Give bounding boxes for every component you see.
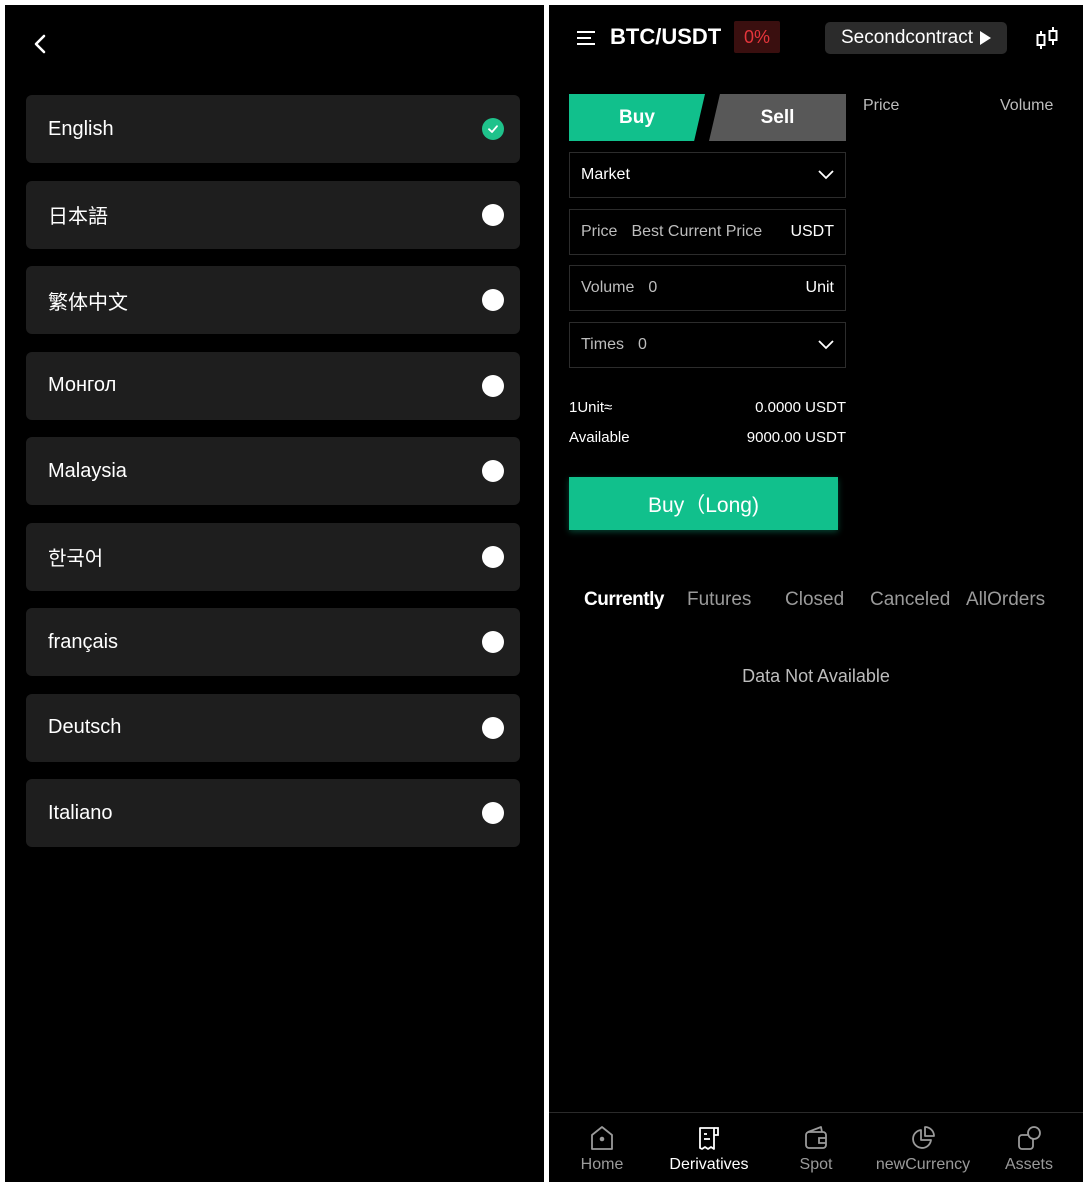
back-button[interactable] xyxy=(25,29,55,59)
assets-cube-icon xyxy=(1018,1126,1041,1150)
orderbook-price-header: Price xyxy=(863,97,900,114)
tab-currently[interactable]: Currently xyxy=(584,589,664,611)
bottom-navigation: Home Derivatives Spot newCurrency Assets xyxy=(549,1112,1083,1182)
tab-futures[interactable]: Futures xyxy=(687,589,751,611)
chevron-down-icon xyxy=(818,170,834,180)
language-label: Монгол xyxy=(48,374,117,396)
order-history-tabs: Currently Futures Closed Canceled AllOrd… xyxy=(549,589,1083,617)
language-label: Malaysia xyxy=(48,459,127,482)
nav-label: newCurrency xyxy=(875,1156,971,1173)
tab-all-orders[interactable]: AllOrders xyxy=(966,589,1045,611)
play-arrow-icon xyxy=(980,31,992,45)
nav-label: Home xyxy=(580,1156,624,1173)
times-select[interactable]: Times 0 xyxy=(569,322,846,368)
radio-unselected-icon xyxy=(482,716,504,739)
language-label: English xyxy=(48,117,114,140)
radio-unselected-icon xyxy=(482,374,504,397)
nav-home[interactable]: Home xyxy=(552,1113,652,1183)
language-option-mongolian[interactable]: Монгол xyxy=(26,351,520,420)
language-option-korean[interactable]: 한국어 xyxy=(26,522,520,591)
volume-field-value: 0 xyxy=(648,279,658,296)
home-icon xyxy=(591,1126,613,1150)
nav-new-currency[interactable]: newCurrency xyxy=(873,1113,973,1183)
price-field-label: Price xyxy=(581,223,618,240)
language-label: 繁体中文 xyxy=(48,291,128,314)
radio-unselected-icon xyxy=(482,289,504,311)
derivatives-doc-icon xyxy=(699,1127,719,1150)
wallet-icon xyxy=(805,1126,827,1149)
contract-switch-button[interactable]: Secondcontract xyxy=(825,22,1007,54)
nav-assets[interactable]: Assets xyxy=(979,1113,1079,1183)
price-change-badge: 0% xyxy=(734,21,781,53)
language-option-italian[interactable]: Italiano xyxy=(26,779,520,847)
buy-tab[interactable]: Buy xyxy=(569,94,705,141)
language-panel: English 日本語 繁体中文 Монгол Malaysia 한국어 fra… xyxy=(5,5,544,1182)
pie-chart-icon xyxy=(912,1126,935,1149)
chevron-down-icon xyxy=(818,340,834,350)
language-label: Deutsch xyxy=(48,716,122,738)
language-label: français xyxy=(48,630,119,653)
price-field-value: Best Current Price xyxy=(631,223,763,240)
trading-header: BTC/USDT 0% Secondcontract xyxy=(549,5,1083,73)
available-balance-row: Available 9000.00 USDT xyxy=(569,429,846,446)
contract-label: Secondcontract xyxy=(840,27,974,48)
nav-label: Derivatives xyxy=(669,1156,749,1173)
times-field-label: Times xyxy=(581,336,624,353)
language-option-malaysia[interactable]: Malaysia xyxy=(26,437,520,505)
radio-unselected-icon xyxy=(482,631,504,653)
sell-tab[interactable]: Sell xyxy=(709,94,846,141)
unit-conversion-label: 1Unit≈ xyxy=(569,399,613,416)
nav-label: Assets xyxy=(1004,1156,1053,1173)
volume-field-label: Volume xyxy=(581,279,635,296)
unit-conversion-row: 1Unit≈ 0.0000 USDT xyxy=(569,399,846,416)
order-type-select[interactable]: Market xyxy=(569,152,846,198)
radio-unselected-icon xyxy=(482,460,504,482)
available-label: Available xyxy=(569,429,630,446)
tab-canceled[interactable]: Canceled xyxy=(870,589,950,611)
language-list: English 日本語 繁体中文 Монгол Malaysia 한국어 fra… xyxy=(26,95,520,865)
empty-state-message: Data Not Available xyxy=(742,666,890,686)
volume-field[interactable]: Volume 0 Unit xyxy=(569,265,846,311)
radio-unselected-icon xyxy=(482,545,504,568)
radio-unselected-icon xyxy=(482,802,504,824)
language-option-german[interactable]: Deutsch xyxy=(26,693,520,762)
trading-pair-title[interactable]: BTC/USDT xyxy=(610,24,721,50)
nav-label: Spot xyxy=(799,1156,833,1173)
price-field[interactable]: Price Best Current Price USDT xyxy=(569,209,846,255)
menu-icon[interactable] xyxy=(575,27,597,49)
language-option-english[interactable]: English xyxy=(26,95,520,163)
tab-closed[interactable]: Closed xyxy=(785,589,844,611)
chevron-left-icon xyxy=(34,34,46,54)
price-field-unit: USDT xyxy=(790,223,834,240)
volume-field-unit: Unit xyxy=(805,279,834,296)
check-circle-icon xyxy=(482,118,504,140)
buy-long-button[interactable]: Buy（Long) xyxy=(569,477,838,530)
language-option-japanese[interactable]: 日本語 xyxy=(26,180,520,249)
candlestick-chart-icon[interactable] xyxy=(1033,25,1061,53)
language-label: Italiano xyxy=(48,801,113,824)
language-label: 日本語 xyxy=(48,206,108,228)
nav-derivatives[interactable]: Derivatives xyxy=(659,1113,759,1183)
trading-panel: BTC/USDT 0% Secondcontract Buy Sell Pric… xyxy=(549,5,1083,1182)
nav-spot[interactable]: Spot xyxy=(766,1113,866,1183)
available-value: 9000.00 USDT xyxy=(746,429,846,446)
unit-conversion-value: 0.0000 USDT xyxy=(755,399,846,416)
language-label: 한국어 xyxy=(48,548,104,570)
orderbook-volume-header: Volume xyxy=(1000,97,1054,114)
language-option-french[interactable]: français xyxy=(26,608,520,676)
times-field-value: 0 xyxy=(637,336,647,353)
radio-unselected-icon xyxy=(482,203,504,226)
order-type-value: Market xyxy=(581,166,630,183)
language-option-traditional-chinese[interactable]: 繁体中文 xyxy=(26,266,520,334)
